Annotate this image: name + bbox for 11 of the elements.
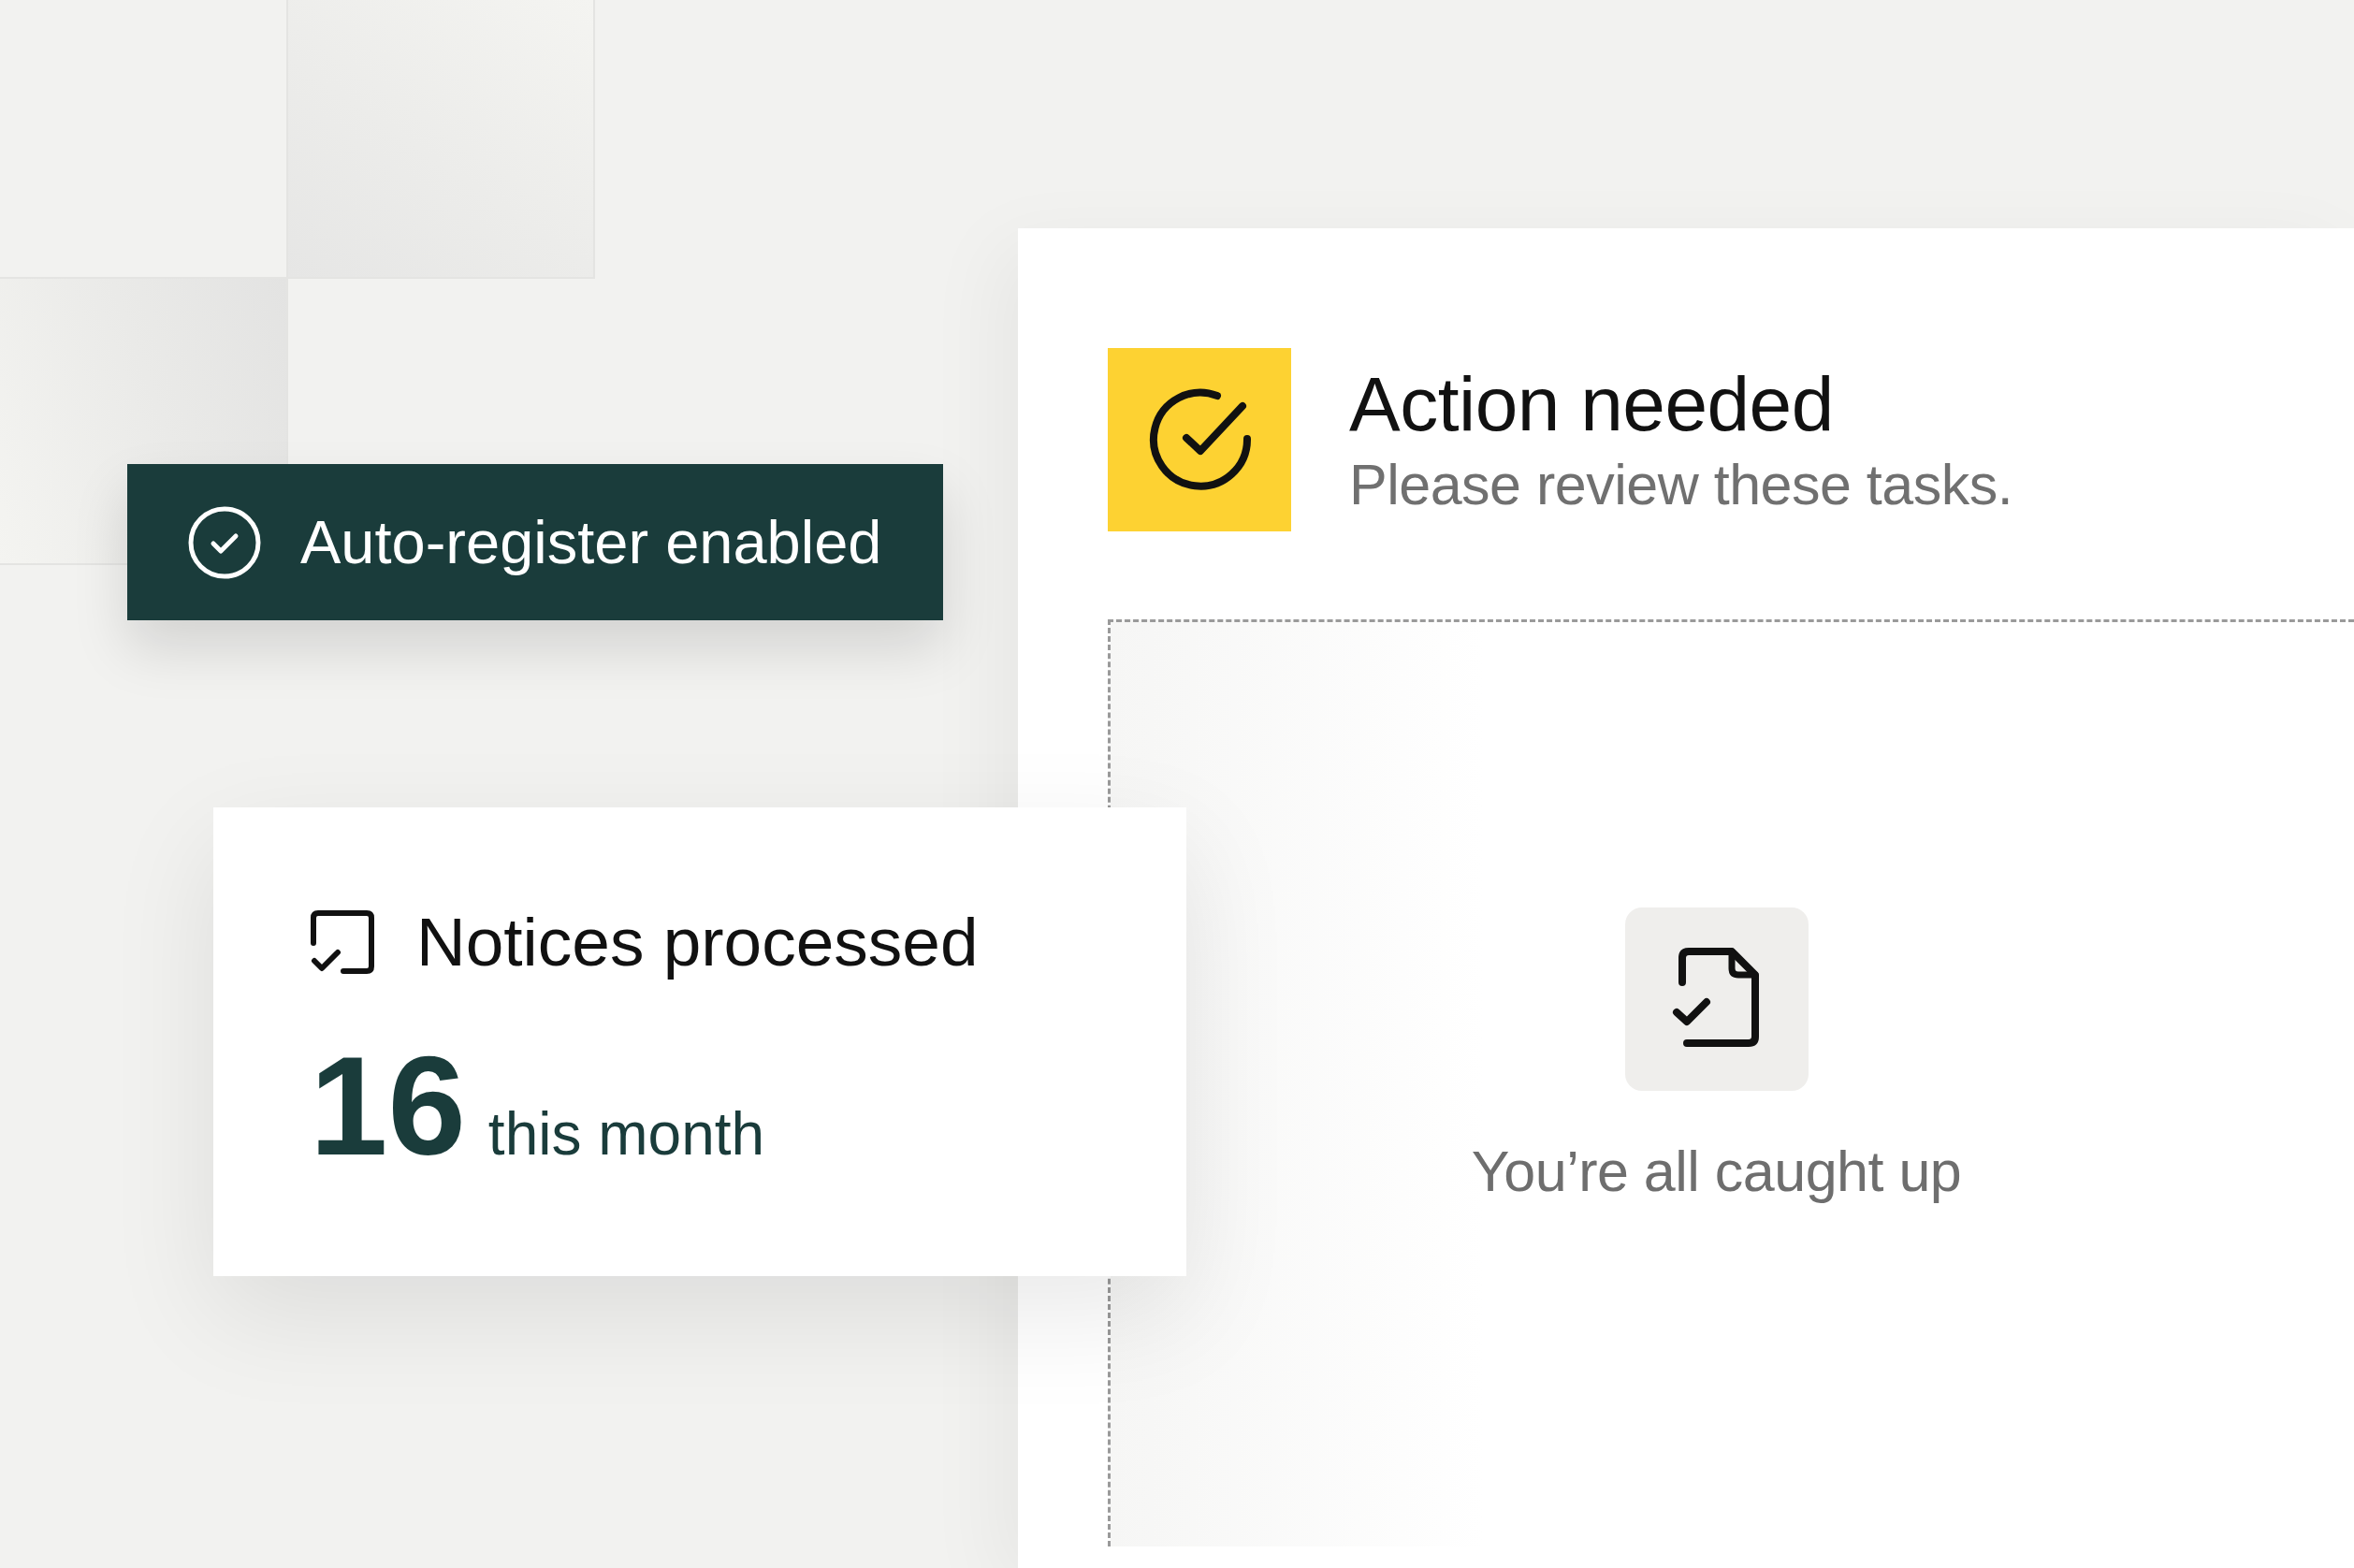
- panel-subtitle: Please review these tasks.: [1349, 451, 2013, 518]
- empty-message: You’re all caught up: [1471, 1139, 1962, 1205]
- document-check-icon: [1624, 907, 1809, 1091]
- panel-title: Action needed: [1349, 360, 1835, 449]
- check-circle-icon: [188, 505, 261, 579]
- status-text: Auto-register enabled: [300, 506, 882, 578]
- square-check-icon: [310, 908, 375, 975]
- card-title: Notices processed: [416, 903, 979, 981]
- stat-value: 16: [310, 1035, 466, 1176]
- circle-check-icon: [1108, 348, 1291, 531]
- stat-caption: this month: [487, 1098, 765, 1169]
